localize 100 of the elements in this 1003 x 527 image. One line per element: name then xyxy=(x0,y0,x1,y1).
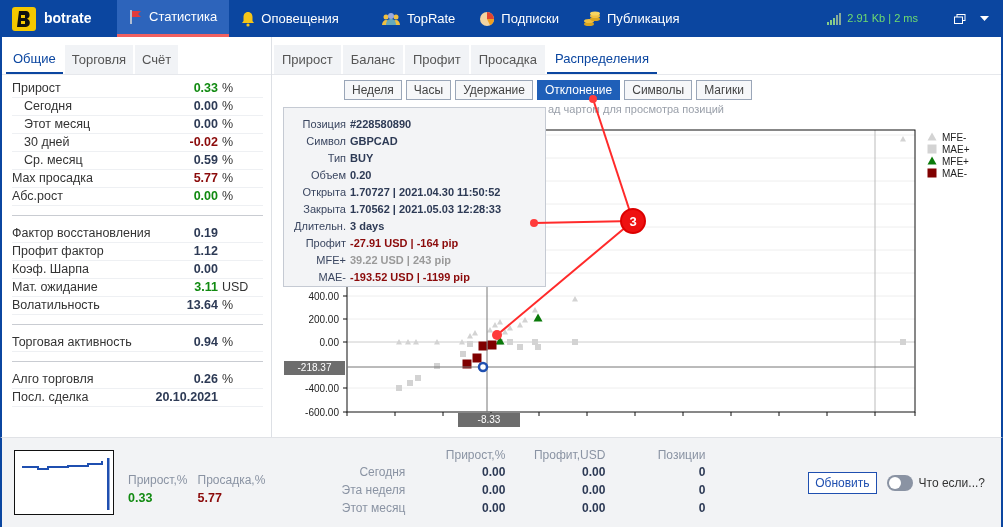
tooltip-label: Символ xyxy=(305,134,347,150)
stat-value: 0.00 xyxy=(193,116,218,134)
legend-label: MFE+ xyxy=(942,156,969,167)
metric-label: Просадка,% xyxy=(197,472,266,490)
tooltip-value: 1.70562 | 2021.05.03 12:28:33 xyxy=(350,202,502,218)
filter-button[interactable]: Магики xyxy=(696,80,752,100)
row-label: Этот месяц xyxy=(340,500,406,517)
tooltip-value: -193.52 USD | -1199 pip xyxy=(350,270,470,286)
nav-tab[interactable]: Публикация xyxy=(570,0,692,37)
toggle-switch[interactable] xyxy=(886,474,913,491)
triangle-marker xyxy=(900,136,906,142)
stat-value: 0.26 xyxy=(193,371,218,389)
tab[interactable]: Просадка xyxy=(470,45,546,74)
tooltip-value: 39.22 USD | 243 pip xyxy=(350,253,451,269)
stat-label: Фактор восстановления xyxy=(12,225,152,243)
square-marker xyxy=(487,340,497,350)
table-cell-text: 0.00 xyxy=(481,464,506,481)
table-cell-text: 0.00 xyxy=(581,464,606,481)
stat-value: 0.19 xyxy=(193,225,218,243)
selected-point-marker xyxy=(477,361,489,373)
refresh-button[interactable]: Обновить xyxy=(808,471,877,494)
stat-label: Коэф. Шарпа xyxy=(12,261,90,279)
tab[interactable]: Прирост xyxy=(274,45,341,74)
stat-label: 30 дней xyxy=(23,134,71,152)
axis-tick-label: 200.00 xyxy=(308,314,339,325)
tab[interactable]: Баланс xyxy=(342,45,403,74)
tooltip-label: Тип xyxy=(326,151,347,167)
tooltip-label: Закрыта xyxy=(302,202,347,218)
nav-tab[interactable]: Статистика xyxy=(117,0,230,37)
stat-value: 20.10.2021 xyxy=(155,389,218,407)
people-icon xyxy=(380,11,401,26)
tooltip-value: 0.20 xyxy=(350,168,372,184)
stat-label: Этот месяц xyxy=(23,116,92,134)
filter-button[interactable]: Отклонение xyxy=(536,80,621,100)
stat-unit: % xyxy=(222,334,235,352)
tooltip-label: Позиция xyxy=(301,117,347,133)
axis-tick-label: 0.00 xyxy=(319,337,339,348)
stat-value: -0.02 xyxy=(189,134,218,152)
tooltip-label: MAE- xyxy=(317,270,347,286)
square-marker xyxy=(396,385,402,391)
filter-button[interactable]: Удержание xyxy=(455,80,533,100)
stat-unit: % xyxy=(222,188,235,206)
axis-tick-label: -600.00 xyxy=(305,407,339,418)
stat-label: Прирост xyxy=(12,80,62,98)
stat-value: 0.00 xyxy=(193,98,218,116)
metric-label: Прирост,% xyxy=(128,472,188,490)
nav-tab[interactable]: Оповещения xyxy=(229,0,351,37)
filter-button[interactable]: Символы xyxy=(624,80,693,100)
table-cell-text: 0.00 xyxy=(581,500,606,517)
column-header: Профит,USD xyxy=(533,447,606,463)
caret-icon[interactable] xyxy=(980,16,989,21)
traffic-status: 2.91 Kb | 2 ms xyxy=(847,11,918,27)
stat-value: 0.00 xyxy=(193,188,218,206)
stat-label: Max просадка xyxy=(12,170,94,188)
table-cell-text: 0 xyxy=(697,464,706,481)
stat-unit: % xyxy=(222,98,235,116)
tooltip-label: Профит xyxy=(304,236,347,252)
triangle-marker xyxy=(572,296,578,302)
window-restore-icon[interactable] xyxy=(954,13,966,24)
bell-icon xyxy=(241,10,256,27)
stat-label: Посл. сделка xyxy=(12,389,90,407)
stat-unit: % xyxy=(222,80,235,98)
signal-icon xyxy=(827,12,842,25)
stat-label: Волатильность xyxy=(12,297,101,315)
column-header: Позиции xyxy=(656,447,706,463)
table-cell-text: 0 xyxy=(697,500,706,517)
stat-unit: % xyxy=(222,116,235,134)
row-label: Сегодня xyxy=(358,464,406,481)
table-cell-text: 0.00 xyxy=(581,482,606,499)
axis-tick-label: 400.00 xyxy=(308,291,339,302)
pie-chart-icon xyxy=(479,10,496,27)
stat-label: Профит фактор xyxy=(12,243,105,261)
tooltip-value: 3 days xyxy=(350,219,385,235)
tooltip-label: Открыта xyxy=(301,185,347,201)
tab[interactable]: Профит xyxy=(405,45,469,74)
nav-tab[interactable]: Подписки xyxy=(467,0,571,37)
crosshair-x-label: -8.33 xyxy=(458,413,520,427)
legend-label: MFE- xyxy=(942,132,967,143)
brand-name: botrate xyxy=(44,9,92,28)
stat-value: 0.33 xyxy=(193,80,218,98)
tab[interactable]: Торговля xyxy=(64,45,134,74)
tooltip-value: 1.70727 | 2021.04.30 11:50:52 xyxy=(350,185,501,201)
stat-unit: % xyxy=(222,134,235,152)
stat-unit: % xyxy=(222,371,235,389)
stat-value: 1.12 xyxy=(193,243,218,261)
stat-unit: % xyxy=(222,170,235,188)
table-cell-text: 0.00 xyxy=(481,482,506,499)
square-marker xyxy=(462,359,472,369)
coins-icon xyxy=(582,10,601,27)
nav-tab[interactable]: TopRate xyxy=(368,0,468,37)
filter-button[interactable]: Неделя xyxy=(344,80,402,100)
square-marker xyxy=(478,341,488,351)
tooltip-value: #228580890 xyxy=(350,117,412,133)
square-marker xyxy=(434,363,440,369)
square-marker xyxy=(460,351,466,357)
crosshair-y-label: -218.37 xyxy=(284,361,345,375)
tab[interactable]: Счёт xyxy=(135,45,179,74)
stat-unit: % xyxy=(222,297,235,315)
stat-value: 0.00 xyxy=(193,261,218,279)
filter-button[interactable]: Часы xyxy=(405,80,452,100)
